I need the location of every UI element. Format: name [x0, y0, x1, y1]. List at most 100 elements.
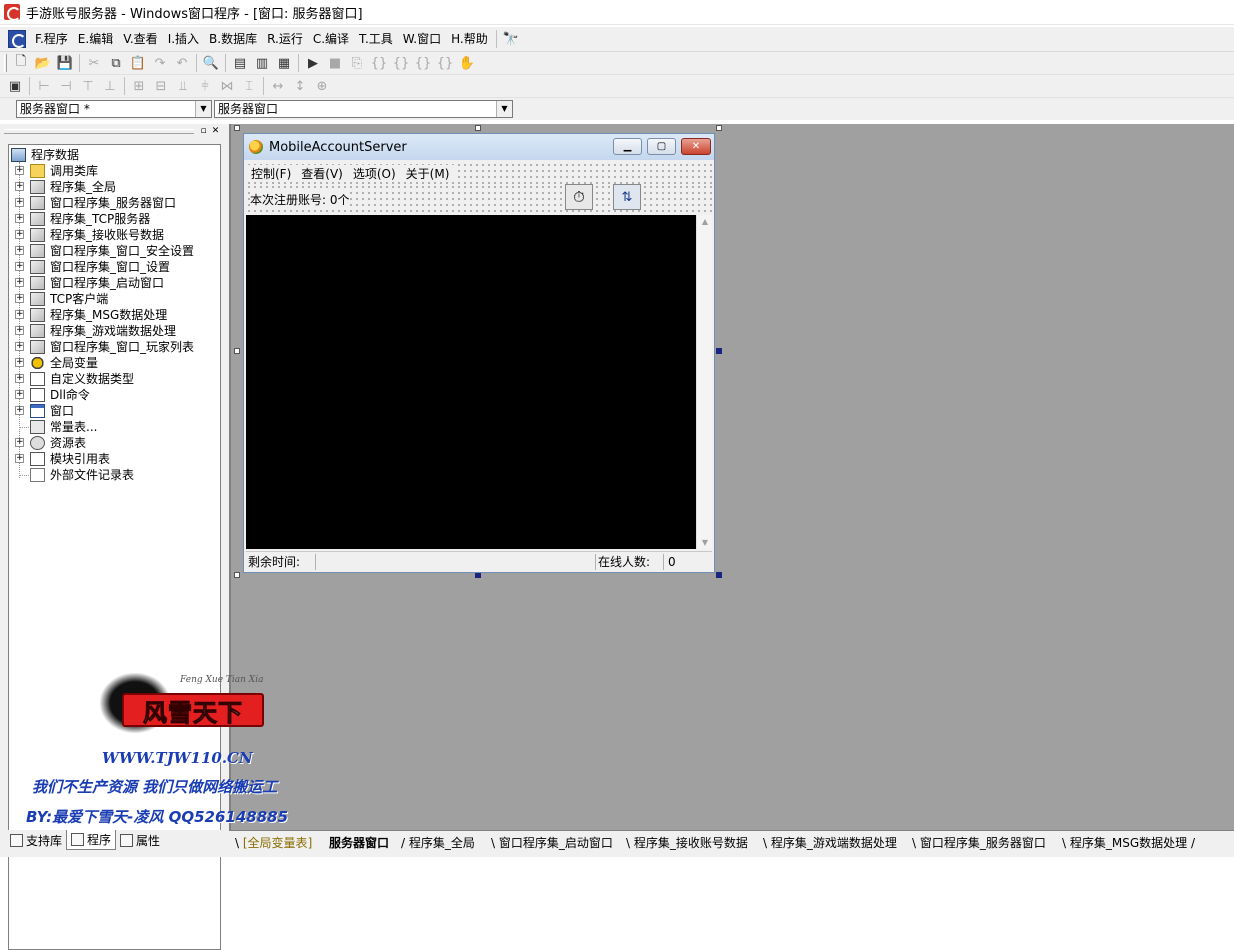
tab-msg-processing[interactable]: \ 程序集_MSG数据处理 / — [1062, 834, 1195, 852]
expand-icon[interactable]: + — [15, 406, 24, 415]
open-folder-icon[interactable]: 📂 — [32, 53, 54, 73]
expand-icon[interactable]: + — [15, 294, 24, 303]
expand-icon[interactable]: + — [15, 358, 24, 367]
expand-icon[interactable]: + — [15, 262, 24, 271]
resize-handle[interactable] — [234, 348, 240, 354]
redo-icon[interactable]: ↷ — [149, 53, 171, 73]
search-doc-icon[interactable]: 🔍 — [200, 53, 222, 73]
step-into-icon[interactable]: {} — [368, 53, 390, 73]
object-combo[interactable]: 服务器窗口 * ▼ — [16, 100, 212, 118]
expand-icon[interactable]: + — [15, 230, 24, 239]
resize-handle[interactable] — [716, 125, 722, 131]
step-icon[interactable]: ⎘ — [346, 53, 368, 73]
stop-icon[interactable]: ■ — [324, 53, 346, 73]
menu-edit[interactable]: E.编辑 — [73, 28, 118, 50]
tab-server-window-assembly[interactable]: \ 窗口程序集_服务器窗口 — [912, 834, 1046, 852]
minimize-button[interactable]: ▁ — [613, 138, 642, 155]
tab-global-assembly[interactable]: / 程序集_全局 — [401, 834, 475, 852]
tab-receive-account[interactable]: \ 程序集_接收账号数据 — [626, 834, 748, 852]
menu-run[interactable]: R.运行 — [262, 28, 308, 50]
save-icon[interactable]: 💾 — [54, 53, 76, 73]
layout-2-icon[interactable]: ▥ — [251, 53, 273, 73]
paste-icon[interactable]: 📋 — [127, 53, 149, 73]
chevron-down-icon[interactable]: ▼ — [195, 101, 211, 117]
designed-form[interactable]: MobileAccountServer ▁ ▢ ✕ 控制(F) 查看(V) 选项… — [243, 133, 715, 573]
menu-help[interactable]: H.帮助 — [446, 28, 493, 50]
close-icon[interactable]: ✕ — [210, 126, 221, 137]
expand-icon[interactable]: + — [15, 342, 24, 351]
expand-icon[interactable]: + — [15, 278, 24, 287]
step-over-icon[interactable]: {} — [390, 53, 412, 73]
menu-tools[interactable]: T.工具 — [354, 28, 398, 50]
expand-icon[interactable]: + — [15, 166, 24, 175]
expand-icon[interactable]: + — [15, 326, 24, 335]
form-title-bar[interactable]: MobileAccountServer ▁ ▢ ✕ — [244, 134, 714, 160]
system-menu-icon[interactable] — [8, 30, 26, 48]
tab-startup-window[interactable]: \ 窗口程序集_启动窗口 — [491, 834, 613, 852]
cut-icon[interactable]: ✂ — [83, 53, 105, 73]
copy-icon[interactable]: ⧉ — [105, 53, 127, 73]
scroll-down-icon[interactable]: ▼ — [697, 538, 713, 547]
align-right-icon[interactable]: ⊤ — [77, 76, 99, 96]
align-top-icon[interactable]: ⊥ — [99, 76, 121, 96]
menu-view[interactable]: V.查看 — [118, 28, 162, 50]
same-size-icon[interactable]: ⌶ — [238, 76, 260, 96]
resize-handle[interactable] — [475, 125, 481, 131]
align-center-icon[interactable]: ⊣ — [55, 76, 77, 96]
expand-icon[interactable]: + — [15, 246, 24, 255]
timer-icon[interactable]: ⏱ — [565, 184, 593, 210]
run-icon[interactable]: ▶ — [302, 53, 324, 73]
expand-icon[interactable]: + — [15, 454, 24, 463]
new-file-icon[interactable]: 🗋 — [10, 53, 32, 73]
align-bottom-icon[interactable]: ⫫ — [172, 76, 194, 96]
tab-properties[interactable]: 属性 — [116, 830, 164, 850]
center-form-icon[interactable]: ⊕ — [311, 76, 333, 96]
scroll-up-icon[interactable]: ▲ — [697, 217, 713, 226]
resize-handle[interactable] — [716, 572, 722, 578]
menu-window[interactable]: W.窗口 — [398, 28, 446, 50]
tab-program[interactable]: 程序 — [66, 830, 117, 850]
toolbar-grip[interactable] — [4, 54, 7, 72]
event-combo[interactable]: 服务器窗口 ▼ — [214, 100, 513, 118]
spacing-v-icon[interactable]: ⋈ — [216, 76, 238, 96]
find-icon[interactable]: 🔭 — [500, 29, 522, 49]
close-button[interactable]: ✕ — [681, 138, 711, 155]
menu-program[interactable]: F.程序 — [30, 28, 73, 50]
menu-insert[interactable]: I.插入 — [163, 28, 204, 50]
same-width-icon[interactable]: ↔ — [267, 76, 289, 96]
align-left-icon[interactable]: ⊢ — [33, 76, 55, 96]
form-menu-control[interactable]: 控制(F) — [246, 164, 297, 182]
tab-global-variables[interactable]: \ [全局变量表] — [235, 834, 312, 852]
center-v-icon[interactable]: ⊟ — [150, 76, 172, 96]
expand-icon[interactable]: + — [15, 374, 24, 383]
resize-handle[interactable] — [234, 125, 240, 131]
center-h-icon[interactable]: ⊞ — [128, 76, 150, 96]
tab-support-library[interactable]: 支持库 — [6, 830, 66, 850]
undo-icon[interactable]: ↶ — [171, 53, 193, 73]
same-height-icon[interactable]: ↕ — [289, 76, 311, 96]
form-menu-about[interactable]: 关于(M) — [400, 164, 455, 182]
spacing-h-icon[interactable]: ⫩ — [194, 76, 216, 96]
expand-icon[interactable]: + — [15, 214, 24, 223]
panel-grip[interactable] — [4, 129, 194, 134]
log-console[interactable] — [246, 215, 696, 549]
chevron-down-icon[interactable]: ▼ — [496, 101, 512, 117]
resize-handle[interactable] — [234, 572, 240, 578]
run-to-cursor-icon[interactable]: {} — [434, 53, 456, 73]
layout-1-icon[interactable]: ▤ — [229, 53, 251, 73]
maximize-button[interactable]: ▢ — [647, 138, 676, 155]
form-menu-options[interactable]: 选项(O) — [347, 164, 401, 182]
layout-3-icon[interactable]: ▦ — [273, 53, 295, 73]
expand-icon[interactable]: + — [15, 198, 24, 207]
resize-handle[interactable] — [716, 348, 722, 354]
hand-icon[interactable]: ✋ — [456, 53, 478, 73]
step-out-icon[interactable]: {} — [412, 53, 434, 73]
expand-icon[interactable]: + — [15, 310, 24, 319]
form-menu-view[interactable]: 查看(V) — [296, 164, 348, 182]
tab-game-data[interactable]: \ 程序集_游戏端数据处理 — [763, 834, 897, 852]
network-icon[interactable]: ⇅ — [613, 184, 641, 210]
vertical-scrollbar[interactable]: ▲ ▼ — [696, 215, 712, 549]
restore-icon[interactable]: ▫ — [198, 126, 209, 137]
form-icon[interactable]: ▣ — [4, 76, 26, 96]
expand-icon[interactable]: + — [15, 182, 24, 191]
